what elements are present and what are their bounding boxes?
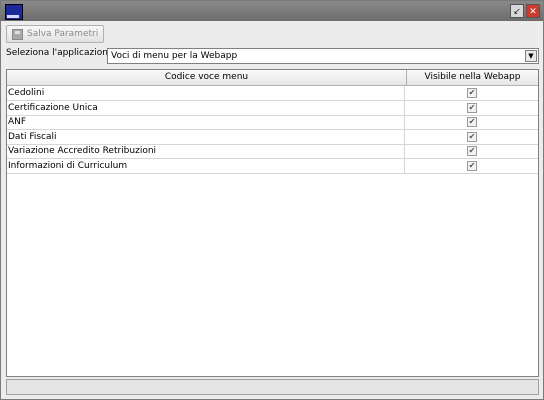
visible-checkbox[interactable]: ✔ (467, 146, 477, 156)
app-window: ↙ ✕ Salva Parametri Seleziona l'applicaz… (0, 0, 544, 400)
close-icon[interactable]: ✕ (526, 4, 540, 18)
save-parameters-button[interactable]: Salva Parametri (6, 25, 104, 43)
table-row[interactable]: Informazioni di Curriculum ✔ (7, 158, 538, 174)
application-select[interactable]: Voci di menu per la Webapp ▼ (107, 48, 539, 64)
column-header-code[interactable]: Codice voce menu (7, 70, 407, 85)
menu-item-name: Variazione Accredito Retribuzioni (7, 144, 405, 158)
visible-cell: ✔ (406, 159, 538, 173)
menu-items-table: Codice voce menu Visibile nella Webapp C… (6, 69, 539, 377)
visible-cell: ✔ (406, 86, 538, 100)
visible-checkbox[interactable]: ✔ (467, 117, 477, 127)
column-header-visible[interactable]: Visibile nella Webapp (407, 70, 538, 85)
visible-cell: ✔ (406, 144, 538, 158)
visible-checkbox[interactable]: ✔ (467, 131, 477, 142)
save-parameters-label: Salva Parametri (27, 29, 99, 39)
menu-item-name: Certificazione Unica (7, 100, 405, 115)
table-row[interactable]: Variazione Accredito Retribuzioni ✔ (7, 144, 538, 159)
visible-checkbox[interactable]: ✔ (467, 160, 477, 171)
title-bar: ↙ ✕ (1, 1, 543, 21)
status-bar (6, 379, 539, 395)
app-icon (5, 4, 23, 20)
table-row[interactable]: ANF ✔ (7, 115, 538, 130)
menu-item-name: ANF (7, 115, 405, 129)
chevron-down-icon[interactable]: ▼ (525, 50, 537, 62)
application-select-value: Voci di menu per la Webapp (111, 51, 238, 61)
menu-item-name: Cedolini (7, 86, 405, 100)
table-row[interactable]: Cedolini ✔ (7, 86, 538, 101)
menu-item-name: Informazioni di Curriculum (7, 158, 405, 173)
visible-cell: ✔ (406, 101, 538, 115)
table-row[interactable]: Dati Fiscali ✔ (7, 129, 538, 145)
restore-icon[interactable]: ↙ (510, 4, 524, 18)
visible-checkbox[interactable]: ✔ (467, 88, 477, 98)
visible-cell: ✔ (406, 130, 538, 144)
table-header: Codice voce menu Visibile nella Webapp (7, 70, 538, 86)
visible-cell: ✔ (406, 115, 538, 129)
visible-checkbox[interactable]: ✔ (467, 102, 477, 113)
application-select-label: Seleziona l'applicazione (6, 48, 114, 58)
menu-item-name: Dati Fiscali (7, 129, 405, 144)
table-row[interactable]: Certificazione Unica ✔ (7, 100, 538, 116)
floppy-disk-icon (12, 28, 23, 40)
